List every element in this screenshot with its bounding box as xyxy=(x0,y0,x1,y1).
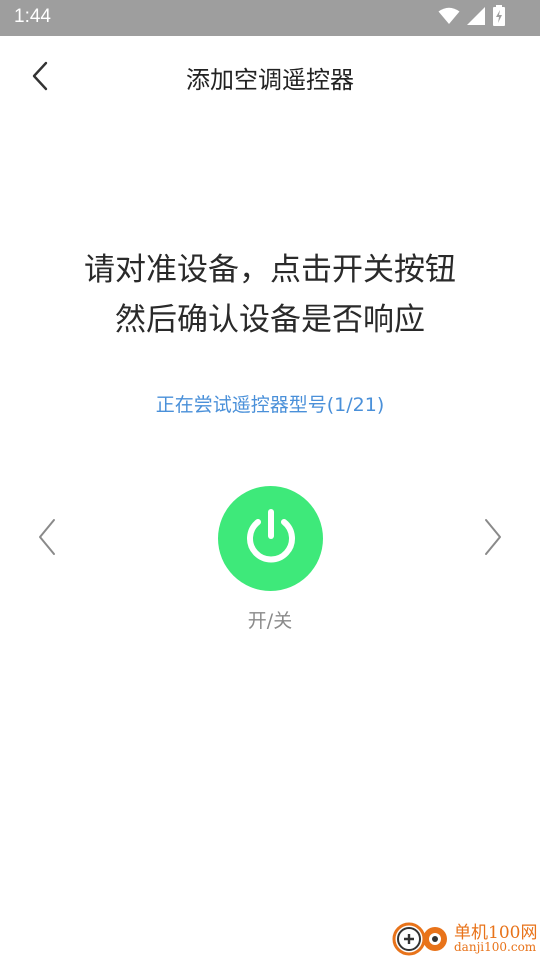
next-model-button[interactable] xyxy=(473,515,513,563)
previous-model-button[interactable] xyxy=(27,515,67,563)
watermark: 单机100网 danji100.com xyxy=(392,916,540,960)
model-trial-status: 正在尝试遥控器型号(1/21) xyxy=(155,394,385,416)
chevron-left-icon xyxy=(36,517,58,561)
wifi-icon xyxy=(438,7,460,29)
instruction-line-1: 请对准设备，点击开关按钮 xyxy=(84,252,456,288)
signal-icon xyxy=(466,6,486,30)
chevron-right-icon xyxy=(482,517,504,561)
app-bar: 添加空调遥控器 xyxy=(0,36,540,120)
power-button-label: 开/关 xyxy=(247,610,293,632)
status-icons xyxy=(438,5,506,31)
battery-charging-icon xyxy=(492,5,506,31)
status-bar: 1:44 xyxy=(0,0,540,36)
watermark-domain: danji100.com xyxy=(454,940,537,954)
power-icon xyxy=(240,506,302,572)
instruction-text: 请对准设备，点击开关按钮 然后确认设备是否响应 xyxy=(0,245,540,345)
page-title: 添加空调遥控器 xyxy=(186,66,354,94)
instruction-line-2: 然后确认设备是否响应 xyxy=(115,302,425,338)
power-button[interactable] xyxy=(218,486,323,591)
status-time: 1:44 xyxy=(14,6,51,27)
watermark-logo-icon xyxy=(392,918,452,958)
